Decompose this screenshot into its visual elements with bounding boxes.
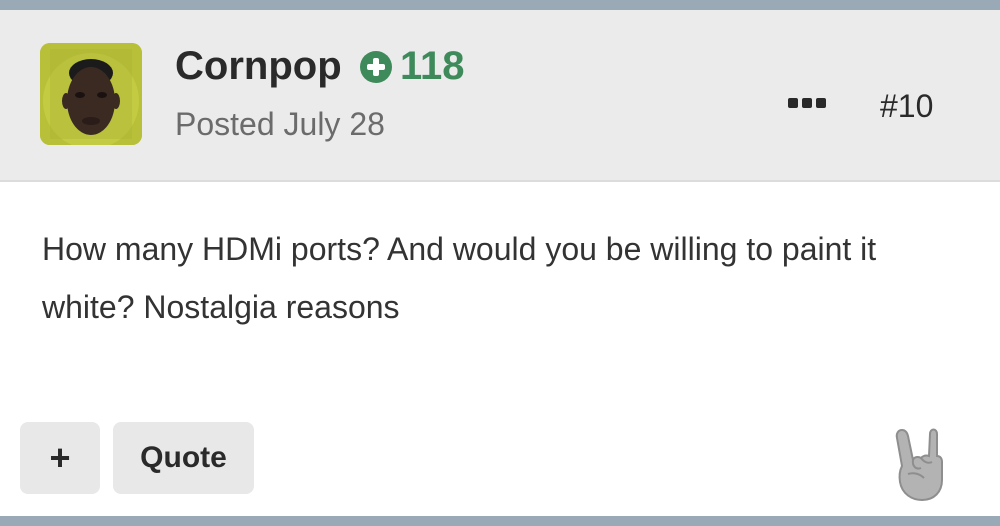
author-avatar[interactable] xyxy=(40,43,142,145)
ellipsis-dot xyxy=(802,98,812,108)
ellipsis-icon[interactable] xyxy=(788,98,826,108)
plus-circle-icon xyxy=(360,50,392,83)
plus-button[interactable]: + xyxy=(20,422,100,494)
author-name[interactable]: Cornpop xyxy=(175,44,342,89)
ellipsis-dot xyxy=(788,98,798,108)
reaction-icon xyxy=(895,428,943,502)
post-date: Posted July 28 xyxy=(175,106,385,142)
rock-hand-icon[interactable] xyxy=(888,422,950,502)
post-content: How many HDMi ports? And would you be wi… xyxy=(42,231,877,325)
post-number[interactable]: #10 xyxy=(880,88,933,125)
reputation-badge[interactable]: 118 xyxy=(360,44,465,89)
quote-button[interactable]: Quote xyxy=(113,422,254,494)
avatar-image xyxy=(40,43,142,145)
reputation-count: 118 xyxy=(400,44,465,88)
post-header: Cornpop 118 Posted July 28 #10 xyxy=(0,10,1000,182)
post-card: Cornpop 118 Posted July 28 #10 How many … xyxy=(0,10,1000,516)
ellipsis-dot xyxy=(816,98,826,108)
